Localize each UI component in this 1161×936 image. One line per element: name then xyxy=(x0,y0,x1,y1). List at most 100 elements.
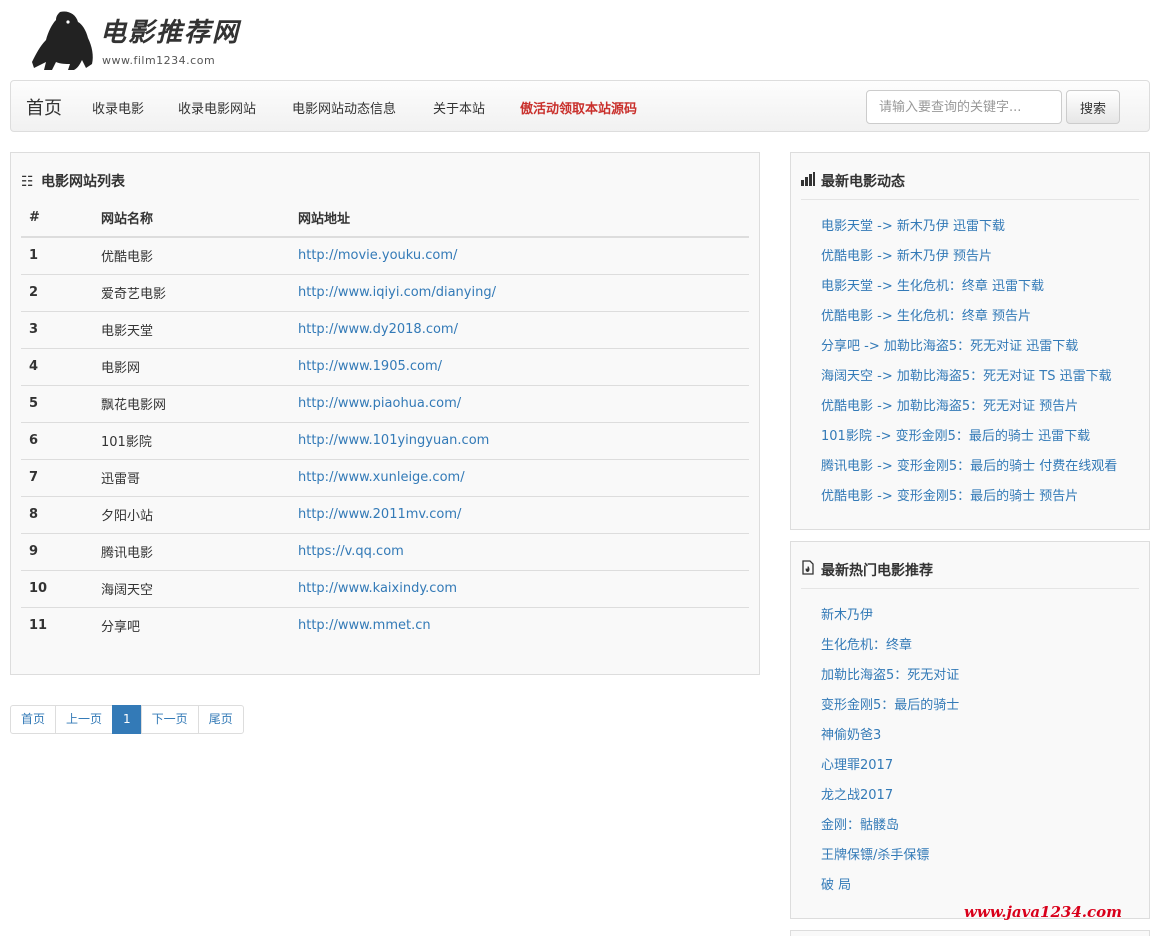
divider xyxy=(801,199,1139,200)
hot-movie-link[interactable]: 变形金刚5：最后的骑士 xyxy=(821,694,959,724)
row-number: 6 xyxy=(21,421,93,459)
latest-news-list: 电影天堂 -> 新木乃伊 迅雷下载 优酷电影 -> 新木乃伊 预告片 电影天堂 ->… xyxy=(821,215,1117,515)
news-item-link[interactable]: 优酷电影 -> 新木乃伊 预告片 xyxy=(821,245,1117,275)
nav-link-site-updates[interactable]: 电影网站动态信息 xyxy=(292,98,396,117)
next-panel-edge xyxy=(790,930,1150,936)
hot-movie-link[interactable]: 加勒比海盗5：死无对证 xyxy=(821,664,959,694)
row-number: 10 xyxy=(21,569,93,607)
latest-news-panel: 最新电影动态 电影天堂 -> 新木乃伊 迅雷下载 优酷电影 -> 新木乃伊 预告片… xyxy=(790,152,1150,530)
site-table: # 网站名称 网站地址 1 优酷电影 http://movie.youku.com/… xyxy=(21,199,749,644)
table-row: 1 优酷电影 http://movie.youku.com/ xyxy=(21,236,749,274)
news-item-link[interactable]: 腾讯电影 -> 变形金刚5：最后的骑士 付费在线观看 xyxy=(821,455,1117,485)
hot-movies-list: 新木乃伊 生化危机：终章 加勒比海盗5：死无对证 变形金刚5：最后的骑士 神偷奶爸3 心理… xyxy=(821,604,959,904)
page-prev-button[interactable]: 上一页 xyxy=(55,705,114,734)
gorilla-icon xyxy=(32,11,93,70)
row-number: 1 xyxy=(21,236,93,274)
site-name: 飘花电影网 xyxy=(93,384,290,422)
table-header-row: # 网站名称 网站地址 xyxy=(21,199,749,238)
news-item-link[interactable]: 101影院 -> 变形金刚5：最后的骑士 迅雷下载 xyxy=(821,425,1117,455)
row-number: 11 xyxy=(21,606,93,644)
search-button[interactable]: 搜索 xyxy=(1066,90,1120,124)
column-header-url: 网站地址 xyxy=(290,199,749,238)
table-row: 8 夕阳小站 http://www.2011mv.com/ xyxy=(21,495,749,533)
site-url-link[interactable]: http://www.mmet.cn xyxy=(298,618,431,633)
row-number: 3 xyxy=(21,310,93,348)
site-name: 优酷电影 xyxy=(93,236,290,274)
row-number: 7 xyxy=(21,458,93,496)
hot-movies-title: 最新热门电影推荐 xyxy=(801,560,933,580)
site-url-cell: http://www.xunleige.com/ xyxy=(290,458,749,496)
site-url-link[interactable]: http://www.kaixindy.com xyxy=(298,581,457,596)
hot-movie-link[interactable]: 金刚：骷髅岛 xyxy=(821,814,959,844)
site-url-link[interactable]: http://www.1905.com/ xyxy=(298,359,442,374)
site-url-link[interactable]: http://www.dy2018.com/ xyxy=(298,322,458,337)
watermark: www.java1234.com xyxy=(964,903,1123,921)
site-url-link[interactable]: http://www.2011mv.com/ xyxy=(298,507,461,522)
news-item-link[interactable]: 电影天堂 -> 新木乃伊 迅雷下载 xyxy=(821,215,1117,245)
logo-subtitle: www.film1234.com xyxy=(102,54,216,67)
page-next-button[interactable]: 下一页 xyxy=(140,705,199,734)
nav-link-about[interactable]: 关于本站 xyxy=(433,98,485,117)
site-url-link[interactable]: http://www.101yingyuan.com xyxy=(298,433,489,448)
site-name: 夕阳小站 xyxy=(93,495,290,533)
site-name: 分享吧 xyxy=(93,606,290,644)
logo-title: 电影推荐网 xyxy=(100,18,241,48)
nav-link-movie-sites[interactable]: 收录电影网站 xyxy=(178,98,256,117)
site-url-link[interactable]: https://v.qq.com xyxy=(298,544,404,559)
site-url-link[interactable]: http://movie.youku.com/ xyxy=(298,248,457,263)
bar-chart-icon xyxy=(801,172,817,190)
nav-home-link[interactable]: 首页 xyxy=(26,94,62,120)
site-url-cell: http://www.2011mv.com/ xyxy=(290,495,749,533)
site-name: 迅雷哥 xyxy=(93,458,290,496)
page-last-button[interactable]: 尾页 xyxy=(197,705,244,734)
fire-icon xyxy=(801,560,817,579)
site-name: 电影网 xyxy=(93,347,290,385)
table-row: 2 爱奇艺电影 http://www.iqiyi.com/dianying/ xyxy=(21,273,749,311)
site-url-link[interactable]: http://www.piaohua.com/ xyxy=(298,396,461,411)
site-url-link[interactable]: http://www.iqiyi.com/dianying/ xyxy=(298,285,496,300)
page-current-button[interactable]: 1 xyxy=(112,705,142,734)
column-header-name: 网站名称 xyxy=(93,199,290,238)
nav-link-promo[interactable]: 傲活动领取本站源码 xyxy=(520,98,637,117)
site-name: 爱奇艺电影 xyxy=(93,273,290,311)
site-url-cell: http://www.dy2018.com/ xyxy=(290,310,749,348)
table-row: 3 电影天堂 http://www.dy2018.com/ xyxy=(21,310,749,348)
divider xyxy=(801,588,1139,589)
news-item-link[interactable]: 优酷电影 -> 加勒比海盗5：死无对证 预告片 xyxy=(821,395,1117,425)
hot-movie-link[interactable]: 破 局 xyxy=(821,874,959,904)
row-number: 8 xyxy=(21,495,93,533)
hot-movie-link[interactable]: 新木乃伊 xyxy=(821,604,959,634)
table-row: 4 电影网 http://www.1905.com/ xyxy=(21,347,749,385)
page-first-button[interactable]: 首页 xyxy=(10,705,57,734)
hot-movie-link[interactable]: 龙之战2017 xyxy=(821,784,959,814)
news-item-link[interactable]: 电影天堂 -> 生化危机：终章 迅雷下载 xyxy=(821,275,1117,305)
site-url-cell: http://www.101yingyuan.com xyxy=(290,421,749,459)
hot-movie-link[interactable]: 神偷奶爸3 xyxy=(821,724,959,754)
row-number: 5 xyxy=(21,384,93,422)
table-row: 5 飘花电影网 http://www.piaohua.com/ xyxy=(21,384,749,422)
site-url-link[interactable]: http://www.xunleige.com/ xyxy=(298,470,465,485)
row-number: 9 xyxy=(21,532,93,570)
site-logo[interactable]: 电影推荐网 www.film1234.com xyxy=(30,8,270,72)
site-url-cell: http://www.piaohua.com/ xyxy=(290,384,749,422)
table-row: 7 迅雷哥 http://www.xunleige.com/ xyxy=(21,458,749,496)
news-item-link[interactable]: 优酷电影 -> 生化危机：终章 预告片 xyxy=(821,305,1117,335)
table-row: 6 101影院 http://www.101yingyuan.com xyxy=(21,421,749,459)
hot-movie-link[interactable]: 生化危机：终章 xyxy=(821,634,959,664)
site-name: 海阔天空 xyxy=(93,569,290,607)
site-url-cell: http://www.mmet.cn xyxy=(290,606,749,644)
hot-movie-link[interactable]: 王牌保镖/杀手保镖 xyxy=(821,844,959,874)
nav-link-movies[interactable]: 收录电影 xyxy=(92,98,144,117)
news-item-link[interactable]: 优酷电影 -> 变形金刚5：最后的骑士 预告片 xyxy=(821,485,1117,515)
site-name: 电影天堂 xyxy=(93,310,290,348)
search-input[interactable] xyxy=(866,90,1062,124)
column-header-no: # xyxy=(21,199,93,238)
row-number: 4 xyxy=(21,347,93,385)
news-item-link[interactable]: 海阔天空 -> 加勒比海盗5：死无对证 TS 迅雷下载 xyxy=(821,365,1117,395)
hot-movies-panel: 最新热门电影推荐 新木乃伊 生化危机：终章 加勒比海盗5：死无对证 变形金刚5：最后的… xyxy=(790,541,1150,919)
news-item-link[interactable]: 分享吧 -> 加勒比海盗5：死无对证 迅雷下载 xyxy=(821,335,1117,365)
pagination: 首页 上一页 1 下一页 尾页 xyxy=(10,705,244,734)
site-url-cell: http://www.kaixindy.com xyxy=(290,569,749,607)
site-list-panel: ☷ 电影网站列表 # 网站名称 网站地址 1 优酷电影 http://movie.yo… xyxy=(10,152,760,675)
hot-movie-link[interactable]: 心理罪2017 xyxy=(821,754,959,784)
